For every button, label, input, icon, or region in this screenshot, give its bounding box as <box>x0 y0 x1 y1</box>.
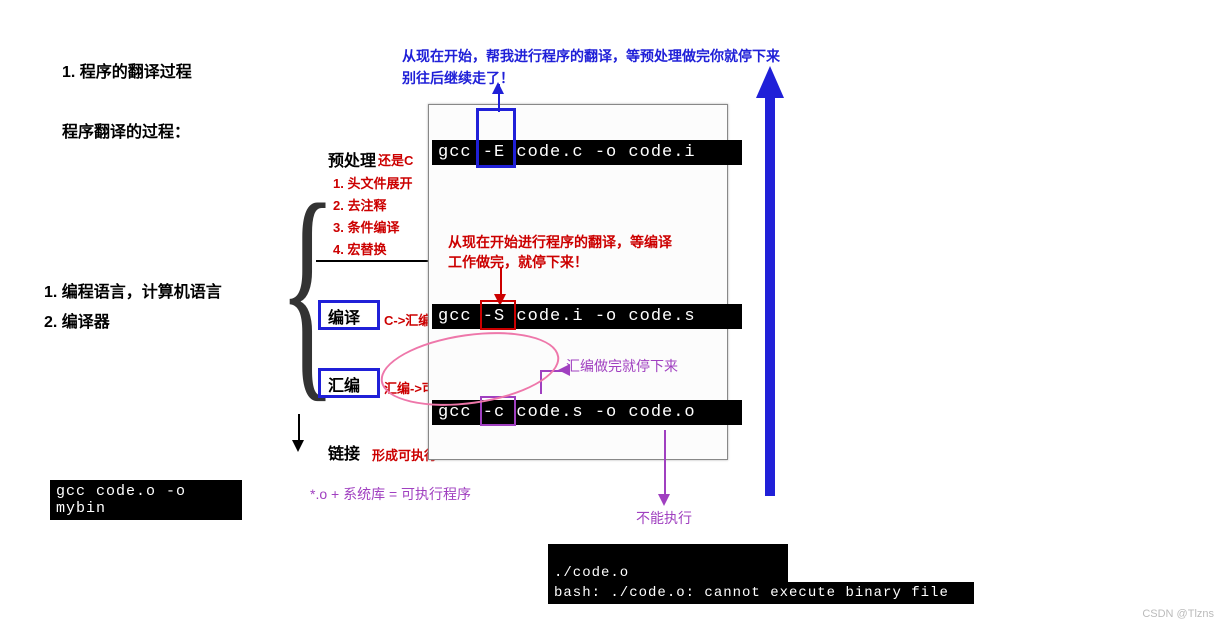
purple-note: 汇编做完就停下来 <box>566 356 678 376</box>
blue-note-line1: 从现在开始，帮我进行程序的翻译，等预处理做完你就停下来 <box>402 46 780 66</box>
pre-item-4: 4. 宏替换 <box>333 239 386 258</box>
left-list-2: 2. 编译器 <box>44 308 110 332</box>
term-line2: bash: ./code.o: cannot execute binary fi… <box>548 582 974 604</box>
divider-line-1 <box>316 260 428 262</box>
term-top <box>548 544 788 564</box>
red-arrow-stem <box>500 268 502 296</box>
compile-note: C->汇编 <box>384 310 431 329</box>
purple-arrow-head <box>558 364 570 376</box>
title-main: 1. 程序的翻译过程 <box>62 58 192 82</box>
cant-exec-label: 不能执行 <box>636 508 692 528</box>
big-arrow-head <box>756 66 784 98</box>
cmd-compile: gcc -S code.i -o code.s <box>432 304 742 329</box>
pre-item-3: 3. 条件编译 <box>333 217 399 236</box>
red-note-1: 从现在开始进行程序的翻译，等编译 <box>448 232 672 252</box>
big-arrow-stem <box>765 96 775 496</box>
pre-item-1: 1. 头文件展开 <box>333 173 412 192</box>
watermark: CSDN @Tlzns <box>1142 608 1214 620</box>
blue-arrow-head <box>492 82 504 94</box>
flag-E-frame <box>476 108 516 168</box>
stage-link: 链接 <box>328 440 360 464</box>
cant-arrow-stem <box>664 430 666 496</box>
preprocess-note: 还是C <box>378 150 413 169</box>
term-line1: ./code.o <box>548 562 788 584</box>
cmd-link: gcc code.o -o mybin <box>50 480 242 520</box>
red-note-2: 工作做完，就停下来！ <box>448 252 588 272</box>
link-arrow-stem <box>298 414 300 440</box>
cmd-assemble: gcc -c code.s -o code.o <box>432 400 742 425</box>
link-arrow-head <box>292 440 304 452</box>
stage-compile: 编译 <box>328 304 360 328</box>
pre-item-2: 2. 去注释 <box>333 195 386 214</box>
flag-S-frame <box>480 300 516 330</box>
cant-arrow-head <box>658 494 670 506</box>
lib-note: *.o + 系统库 = 可执行程序 <box>310 484 471 504</box>
title-sub: 程序翻译的过程： <box>62 118 190 142</box>
left-list-1: 1. 编程语言，计算机语言 <box>44 278 222 302</box>
stage-preprocess: 预处理 <box>328 147 376 171</box>
stage-asm: 汇编 <box>328 372 360 396</box>
